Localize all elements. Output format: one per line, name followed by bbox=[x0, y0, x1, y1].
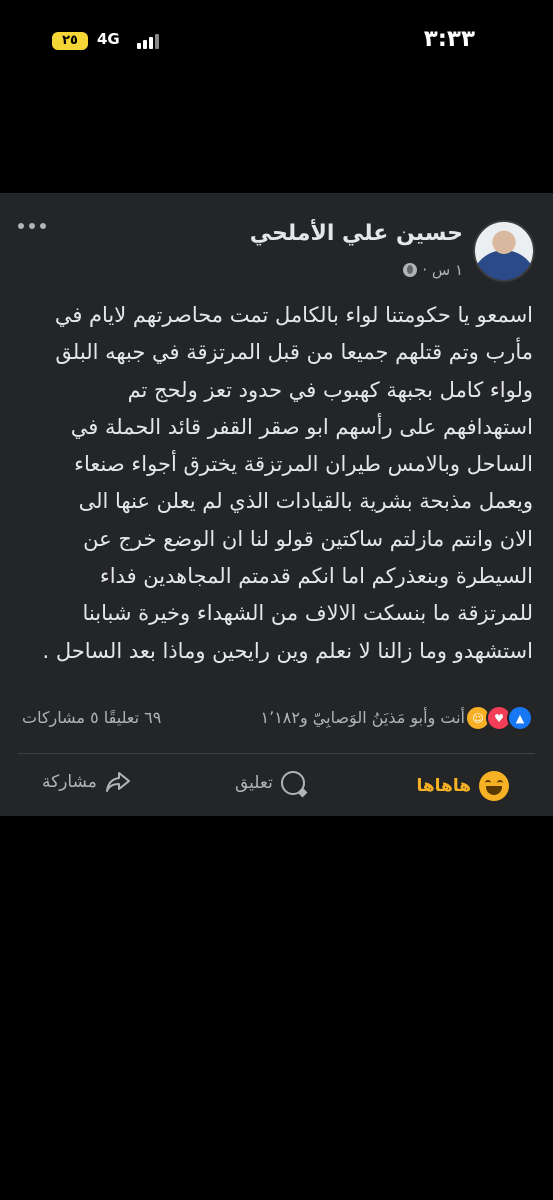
reactions-summary[interactable]: أنت وأبو مَذيَنُ الوَصابِيّ و١٬١٨٢ bbox=[261, 708, 465, 727]
post-text-line: للمرتزقة ما بنسكت الالاف من الشهداء وخير… bbox=[82, 601, 533, 626]
share-button[interactable]: مشاركة bbox=[42, 771, 131, 793]
avatar[interactable] bbox=[473, 220, 535, 282]
haha-icon bbox=[479, 771, 509, 801]
author-name[interactable]: حسين علي الأملحي bbox=[250, 221, 463, 246]
more-options-icon[interactable] bbox=[18, 223, 48, 231]
post-text-line: ويعمل مذبحة بشرية بالقيادات الذي لم يعلن… bbox=[78, 489, 533, 514]
clock: ٣:٣٣ bbox=[423, 26, 475, 52]
post-text-line: الان وانتم مازلتم ساكتين قولو لنا ان الو… bbox=[83, 526, 533, 551]
comment-label: تعليق bbox=[235, 773, 273, 793]
reactions-bar: ▲ ♥ ☺ أنت وأبو مَذيَنُ الوَصابِيّ و١٬١٨٢… bbox=[0, 698, 553, 738]
post-text-line: السيطرة وبنعذركم اما انكم قدمتم المجاهدي… bbox=[99, 564, 533, 589]
network-label: 4G bbox=[97, 30, 120, 48]
post-meta: ١ س · bbox=[403, 261, 463, 279]
timestamp[interactable]: ١ س · bbox=[422, 261, 463, 279]
post-text: اسمعو يا حكومتنا لواء بالكامل تمت محاصرت… bbox=[18, 297, 533, 670]
post-text-line: ولواء كامل بجبهة كهبوب في حدود تعز ولحج … bbox=[127, 377, 533, 402]
signal-icon bbox=[137, 33, 163, 49]
action-bar: هاهاها تعليق مشاركة bbox=[0, 763, 553, 808]
post-card: حسين علي الأملحي ١ س · اسمعو يا حكومتنا … bbox=[0, 193, 553, 816]
battery-icon: ٢٥ bbox=[52, 32, 88, 50]
post-text-line: استشهدو وما زالنا لا نعلم وين رايحين وما… bbox=[42, 638, 533, 663]
post-text-line: اسمعو يا حكومتنا لواء بالكامل تمت محاصرت… bbox=[54, 303, 533, 327]
status-bar: ٢٥ 4G ٣:٣٣ bbox=[0, 0, 553, 80]
post-text-line: الساحل وبالامس طيران المرتزقة يخترق أجوا… bbox=[74, 452, 533, 477]
haha-label: هاهاها bbox=[416, 776, 471, 796]
post-text-line: استهدافهم على رأسهم ابو صقر القفر قائد ا… bbox=[70, 414, 533, 439]
divider bbox=[18, 753, 535, 754]
haha-reaction-button[interactable]: هاهاها bbox=[416, 771, 509, 801]
comment-button[interactable]: تعليق bbox=[235, 771, 305, 795]
comment-icon bbox=[280, 771, 305, 795]
globe-icon bbox=[403, 263, 418, 277]
comments-shares-count[interactable]: ٦٩ تعليقًا ٥ مشاركات bbox=[22, 708, 161, 727]
reaction-icons[interactable]: ▲ ♥ ☺ bbox=[465, 705, 533, 731]
share-label: مشاركة bbox=[42, 772, 97, 792]
share-icon bbox=[105, 772, 130, 792]
post-text-line: مأرب وتم قتلهم جميعا من قبل المرتزقة في … bbox=[55, 340, 533, 365]
like-icon: ▲ bbox=[507, 705, 533, 731]
